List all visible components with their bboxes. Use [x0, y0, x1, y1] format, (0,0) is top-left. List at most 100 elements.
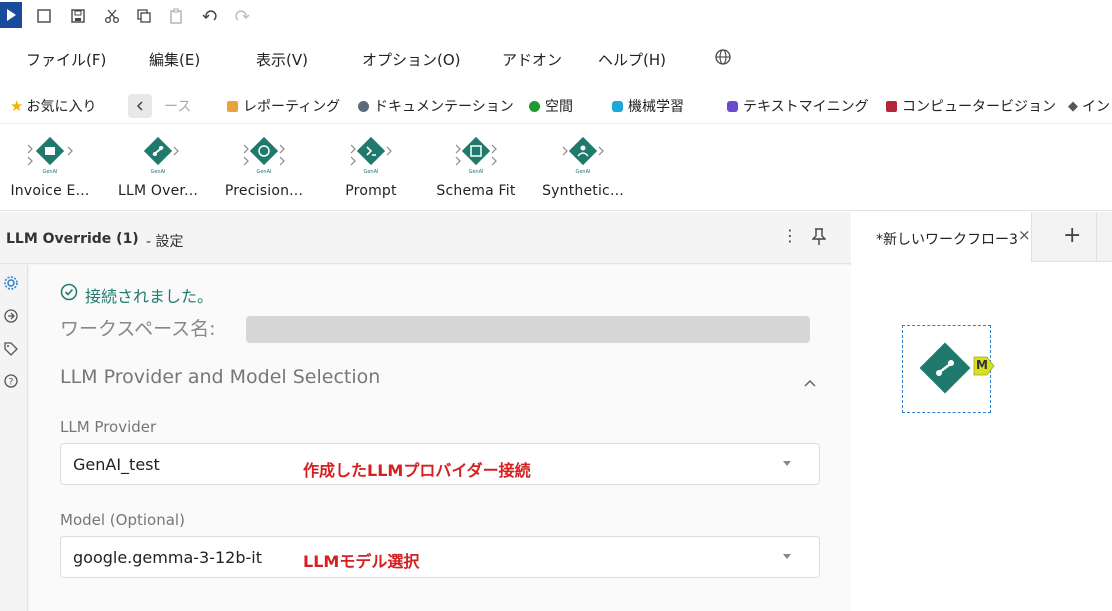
category-in[interactable]: ◆ イン [1068, 96, 1110, 116]
category-text-mining[interactable]: テキストマイニング [727, 96, 869, 116]
provider-value: GenAI_test [73, 455, 160, 474]
workflow-canvas[interactable]: *新しいワークフロー3 × + M [856, 212, 1112, 611]
tool-llm-override[interactable]: GenAI LLM Over... [110, 135, 206, 199]
chevron-up-icon[interactable] [803, 373, 817, 392]
help-icon[interactable]: ? [3, 373, 19, 393]
config-title: LLM Override (1) [6, 231, 139, 247]
side-rail: ? [0, 265, 28, 611]
category-spatial[interactable]: 空間 [529, 96, 573, 116]
svg-text:GenAI: GenAI [150, 169, 165, 175]
pin-icon[interactable] [811, 228, 827, 250]
more-options-icon[interactable]: ⋮ [782, 226, 798, 246]
add-tab-icon[interactable]: + [1063, 223, 1081, 248]
spatial-icon [529, 100, 540, 112]
settings-gear-icon[interactable] [3, 275, 19, 295]
category-label: ドキュメンテーション [374, 99, 514, 115]
tool-invoice-extractor[interactable]: GenAI Invoice E... [4, 135, 96, 199]
check-circle-icon [60, 283, 78, 305]
model-label: Model (Optional) [60, 511, 185, 529]
schema-fit-tool-icon: GenAI [446, 135, 506, 175]
paste-icon[interactable] [166, 6, 186, 26]
scroll-left-button[interactable] [128, 94, 152, 118]
reporting-icon [227, 100, 238, 112]
llm-override-node-icon [919, 342, 971, 394]
tab-workflow[interactable]: *新しいワークフロー3 × [856, 212, 1032, 262]
category-label: テキストマイニング [743, 99, 869, 115]
model-value: google.gemma-3-12b-it [73, 548, 262, 567]
menu-file[interactable]: ファイル(F) [26, 49, 106, 70]
svg-text:?: ? [9, 378, 14, 388]
menu-options[interactable]: オプション(O) [362, 49, 461, 70]
undo-icon[interactable] [200, 6, 220, 26]
category-label: コンピュータービジョン [902, 99, 1056, 115]
tool-prompt[interactable]: GenAI Prompt [330, 135, 412, 199]
category-machine-learning[interactable]: 機械学習 [612, 96, 684, 116]
prompt-tool-icon: GenAI [341, 135, 401, 175]
svg-text:GenAI: GenAI [363, 169, 378, 175]
section-title: LLM Provider and Model Selection [60, 366, 381, 388]
globe-icon[interactable] [714, 48, 732, 70]
tool-synthetic[interactable]: GenAI Synthetic... [534, 135, 632, 199]
computer-vision-icon [886, 100, 897, 112]
connection-icon[interactable] [3, 308, 19, 328]
menu-addons[interactable]: アドオン [502, 49, 562, 70]
quick-access-toolbar [0, 0, 1112, 32]
config-header: LLM Override (1) - 設定 ⋮ [0, 212, 851, 264]
tool-label: Invoice E... [10, 183, 90, 199]
config-body: 接続されました。 ワークスペース名: LLM Provider and Mode… [29, 265, 851, 611]
tool-label: Schema Fit [436, 183, 516, 199]
genai-tool-icon: GenAI [20, 135, 80, 175]
cut-icon[interactable] [102, 6, 122, 26]
machine-learning-icon [612, 100, 623, 112]
config-title-suffix: - 設定 [146, 234, 184, 250]
provider-annotation: 作成したLLMプロバイダー接続 [303, 461, 531, 480]
workspace-name-redacted [246, 316, 810, 343]
tool-label: Synthetic... [542, 183, 624, 199]
redo-icon[interactable] [232, 6, 252, 26]
category-documentation[interactable]: ドキュメンテーション [358, 96, 514, 116]
configuration-panel: LLM Override (1) - 設定 ⋮ ? 接続されました。 ワークスペ… [0, 212, 851, 611]
tool-precision[interactable]: GenAI Precision... [216, 135, 312, 199]
output-anchor[interactable]: M [973, 355, 995, 377]
workflow-node-selection[interactable]: M [902, 325, 995, 413]
tag-icon[interactable] [3, 341, 19, 361]
favorites-tab[interactable]: ★ お気に入り [10, 96, 96, 116]
favorites-bar: ★ お気に入り ース レポーティング ドキュメンテーション 空間 機械学習 テキ… [0, 88, 1112, 124]
category-reporting[interactable]: レポーティング [227, 96, 340, 116]
workspace-label: ワークスペース名: [60, 318, 216, 340]
category-label: レポーティング [243, 99, 341, 115]
favorites-partial[interactable]: ース [164, 96, 191, 116]
plug-tool-icon: GenAI [128, 135, 188, 175]
close-icon[interactable]: × [1018, 226, 1031, 244]
tab-divider [1096, 212, 1097, 262]
menu-view[interactable]: 表示(V) [256, 49, 308, 70]
menu-help[interactable]: ヘルプ(H) [598, 49, 666, 70]
text-mining-icon [727, 100, 738, 112]
star-icon: ★ [10, 97, 24, 115]
chevron-down-icon [783, 461, 791, 466]
tool-label: Prompt [345, 183, 397, 199]
model-annotation: LLMモデル選択 [303, 552, 420, 571]
new-file-icon[interactable] [34, 6, 54, 26]
tool-label: Precision... [224, 183, 304, 199]
tab-bar: *新しいワークフロー3 × + [856, 212, 1112, 262]
diamond-icon: ◆ [1068, 98, 1078, 114]
save-icon[interactable] [68, 6, 88, 26]
category-label: 空間 [545, 99, 573, 115]
synthetic-tool-icon: GenAI [553, 135, 613, 175]
tool-palette: GenAI Invoice E... GenAI LLM Over... Gen… [0, 125, 1112, 211]
chevron-down-icon [783, 554, 791, 559]
tool-schema-fit[interactable]: GenAI Schema Fit [428, 135, 524, 199]
svg-text:GenAI: GenAI [256, 169, 271, 175]
category-label: 機械学習 [628, 99, 684, 115]
category-label: イン [1082, 99, 1110, 115]
copy-icon[interactable] [134, 6, 154, 26]
model-select[interactable]: google.gemma-3-12b-it [60, 536, 820, 578]
menu-edit[interactable]: 編集(E) [149, 49, 200, 70]
category-computer-vision[interactable]: コンピュータービジョン [886, 96, 1056, 116]
documentation-icon [358, 100, 369, 112]
tab-label: *新しいワークフロー3 [876, 232, 1018, 248]
provider-label: LLM Provider [60, 418, 157, 436]
favorites-label: お気に入り [26, 99, 97, 115]
app-logo-icon [0, 2, 22, 28]
